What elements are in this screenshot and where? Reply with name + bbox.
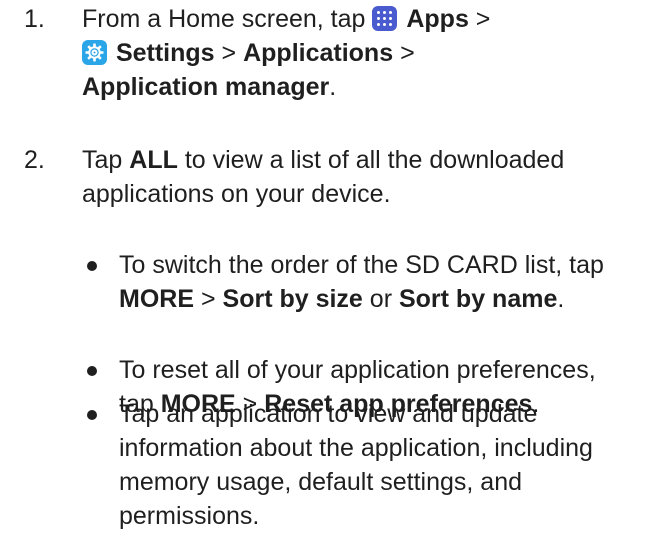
bullet-1-line-1: To switch the order of the SD CARD list,…	[119, 251, 604, 279]
step-2-prefix: Tap	[82, 146, 123, 174]
settings-label: Settings	[115, 39, 215, 67]
period: .	[329, 73, 337, 101]
separator-gt: >	[221, 39, 237, 67]
sort-by-size-label: Sort by size	[222, 285, 363, 313]
bullet-3-line-2: information about the application, inclu…	[119, 434, 593, 462]
step-text: From a Home screen, tap Apps > Settings …	[82, 2, 652, 104]
bullet-3-line-3: memory usage, default settings, and	[119, 468, 523, 496]
bullet-dot	[87, 410, 97, 420]
applications-label: Applications	[243, 39, 394, 67]
bullet-dot	[87, 261, 97, 271]
bullet-3-line-4: permissions.	[119, 502, 260, 530]
bullet-dot	[87, 366, 97, 376]
separator-gt: >	[200, 285, 216, 313]
sort-by-name-label: Sort by name	[398, 285, 558, 313]
application-manager-label: Application manager	[82, 73, 330, 101]
settings-gear-icon	[82, 40, 107, 65]
bullet-2-line-1: To reset all of your application prefere…	[119, 356, 596, 384]
step-text: Tap ALL to view a list of all the downlo…	[82, 143, 652, 211]
step-number: 1.	[24, 5, 45, 33]
more-label: MORE	[119, 285, 194, 313]
step-2-suffix: to view a list of all the downloaded	[184, 146, 565, 174]
apps-grid-icon	[372, 6, 398, 31]
step-1-prefix: From a Home screen, tap	[82, 5, 366, 33]
separator-gt: >	[400, 39, 415, 67]
step-2-line-2: applications on your device.	[82, 180, 391, 208]
period: .	[557, 285, 565, 313]
or-text: or	[369, 285, 393, 313]
bullet-text: To switch the order of the SD CARD list,…	[119, 248, 659, 316]
bullet-3-line-1: Tap an application to view and update	[119, 400, 538, 428]
apps-label: Apps	[406, 5, 469, 33]
step-number: 2.	[24, 146, 45, 174]
all-label: ALL	[129, 146, 178, 174]
separator-gt: >	[475, 5, 491, 33]
bullet-text: Tap an application to view and update in…	[119, 397, 659, 533]
